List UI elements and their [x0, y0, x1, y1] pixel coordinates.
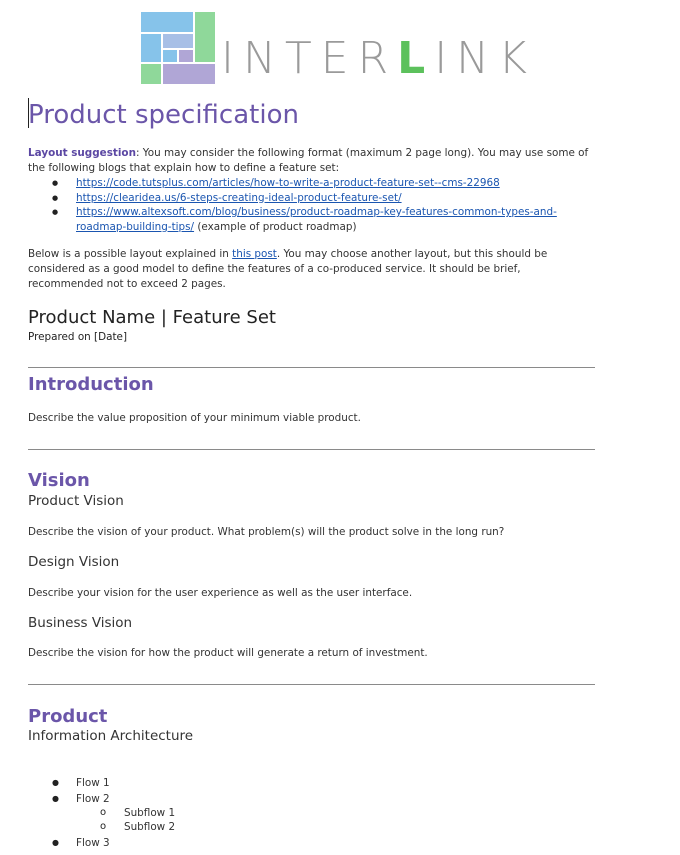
flow-item-1[interactable]: Flow 1 [76, 776, 110, 790]
divider [28, 449, 595, 450]
bullet: ● [52, 778, 59, 787]
sub-bullet: o [100, 821, 107, 832]
interlink-logo: INTERLINK [141, 12, 527, 84]
design-vision-heading[interactable]: Design Vision [28, 553, 119, 571]
flow-item-2[interactable]: Flow 2 [76, 792, 110, 806]
vision-heading[interactable]: Vision [28, 469, 90, 493]
layout-suggestion-label: Layout suggestion [28, 147, 136, 159]
divider [28, 684, 595, 685]
business-vision-heading[interactable]: Business Vision [28, 614, 132, 632]
business-vision-text[interactable]: Describe the vision for how the product … [28, 646, 428, 660]
sub-bullet: o [100, 807, 107, 818]
flow-item-3[interactable]: Flow 3 [76, 836, 110, 850]
logo-wordmark: INTERLINK [221, 33, 536, 84]
subflow-item-2[interactable]: Subflow 2 [124, 820, 175, 834]
divider [28, 367, 595, 368]
logo-blocks-graphic [141, 12, 215, 84]
product-vision-heading[interactable]: Product Vision [28, 492, 124, 510]
introduction-text[interactable]: Describe the value proposition of your m… [28, 411, 361, 425]
subflow-item-1[interactable]: Subflow 1 [124, 806, 175, 820]
blog-link-1[interactable]: https://code.tutsplus.com/articles/how-t… [76, 177, 500, 189]
layout-suggestion-paragraph[interactable]: Layout suggestion: You may consider the … [28, 146, 598, 176]
list-item: https://code.tutsplus.com/articles/how-t… [28, 176, 588, 191]
product-heading[interactable]: Product [28, 705, 107, 729]
this-post-link[interactable]: this post [232, 248, 277, 260]
list-item: https://www.altexsoft.com/blog/business/… [28, 205, 588, 234]
document-title[interactable]: Product specification [28, 99, 299, 131]
product-vision-text[interactable]: Describe the vision of your product. Wha… [28, 525, 504, 539]
blog-link-2[interactable]: https://clearidea.us/6-steps-creating-id… [76, 192, 402, 204]
introduction-heading[interactable]: Introduction [28, 373, 154, 397]
list-item: https://clearidea.us/6-steps-creating-id… [28, 191, 588, 206]
design-vision-text[interactable]: Describe your vision for the user experi… [28, 586, 412, 600]
product-feature-heading[interactable]: Product Name | Feature Set [28, 306, 276, 330]
blog-links-list: https://code.tutsplus.com/articles/how-t… [28, 176, 588, 234]
prepared-on-text[interactable]: Prepared on [Date] [28, 330, 127, 344]
information-architecture-heading[interactable]: Information Architecture [28, 727, 193, 745]
below-layout-paragraph[interactable]: Below is a possible layout explained in … [28, 247, 598, 292]
bullet: ● [52, 794, 59, 803]
bullet: ● [52, 838, 59, 847]
